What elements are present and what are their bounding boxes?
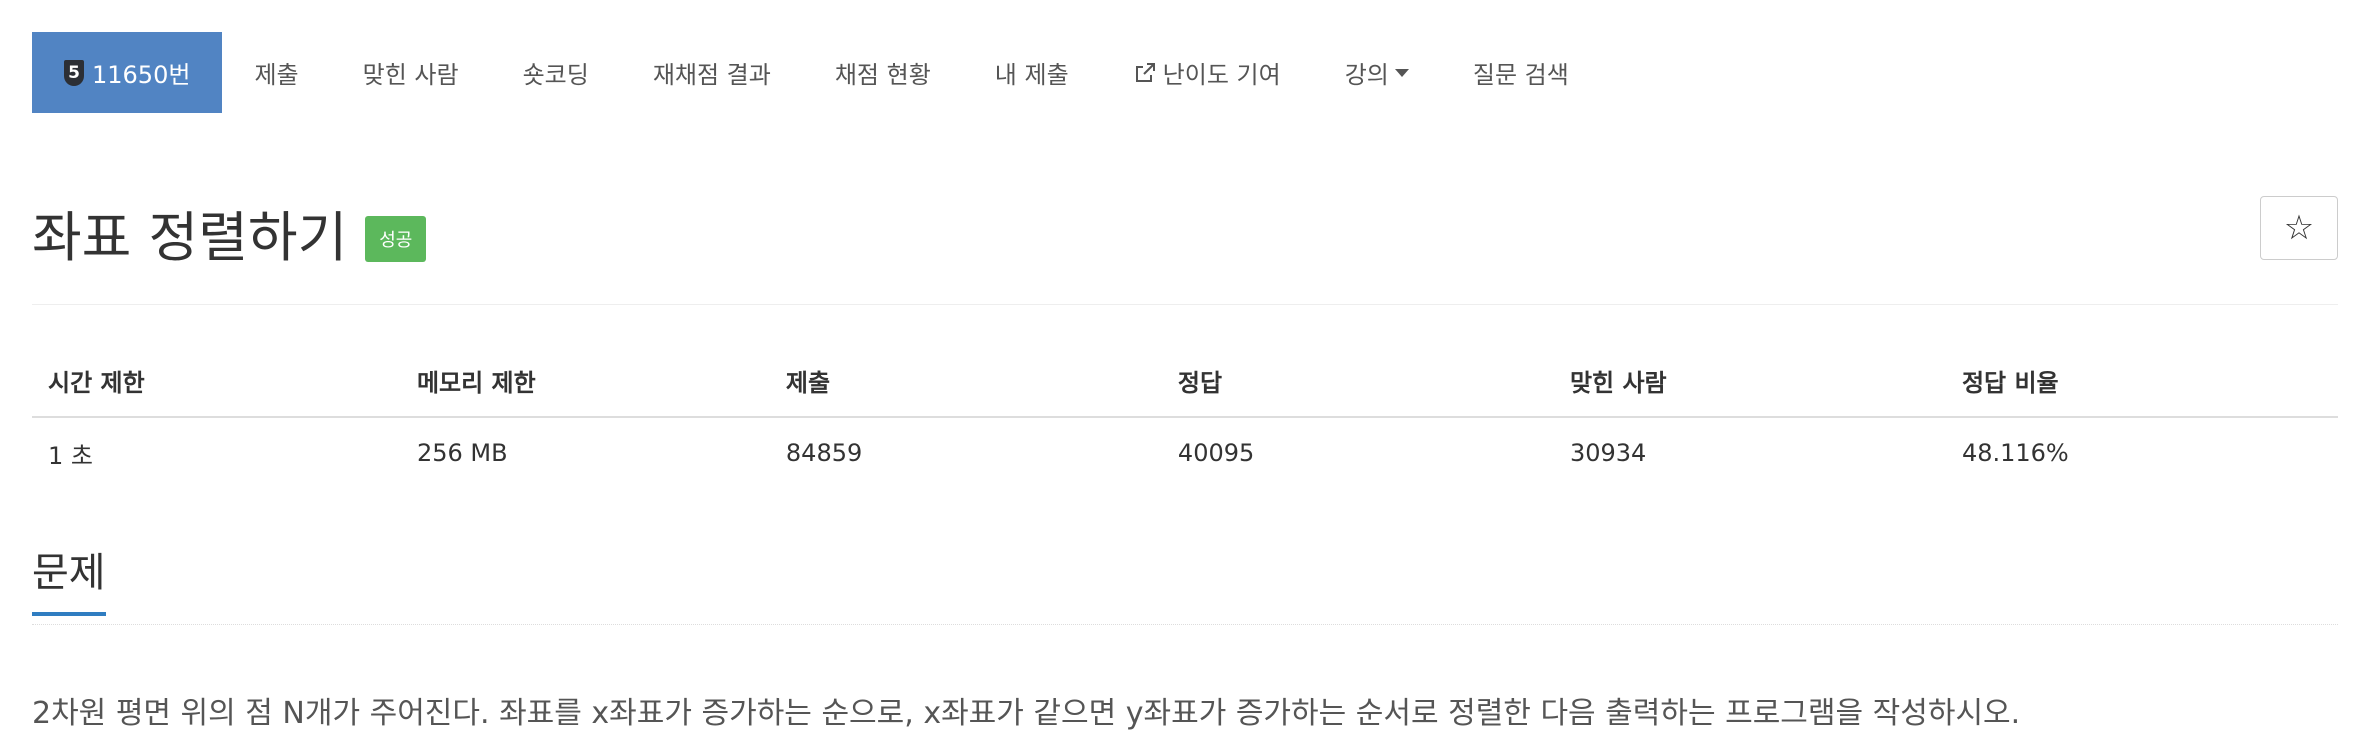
tab-judge-status[interactable]: 채점 현황 [803, 32, 963, 113]
tab-question-search[interactable]: 질문 검색 [1441, 32, 1601, 113]
problem-section: 문제 [32, 548, 2338, 628]
info-value-row: 1 초 256 MB 84859 40095 30934 48.116% [32, 417, 2338, 488]
header-time-limit: 시간 제한 [32, 344, 401, 418]
value-memory-limit: 256 MB [416, 439, 508, 467]
header-divider [32, 304, 2338, 305]
header-accept-ratio: 정답 비율 [1945, 344, 2338, 418]
status-badge: 성공 [365, 216, 427, 262]
section-title: 문제 [32, 548, 106, 616]
lectures-label: 강의 [1344, 61, 1389, 89]
tab-rejudge-results[interactable]: 재채점 결과 [621, 32, 803, 113]
header-solved-users: 맞힌 사람 [1553, 344, 1946, 418]
tab-submit[interactable]: 제출 [222, 32, 330, 113]
tab-solved-users[interactable]: 맞힌 사람 [331, 32, 491, 113]
favorite-star-button[interactable]: ☆ [2260, 196, 2338, 260]
tab-difficulty-contribution[interactable]: 난이도 기여 [1101, 32, 1313, 113]
tab-lectures-dropdown[interactable]: 강의 [1313, 32, 1441, 113]
problem-header: 좌표 정렬하기 성공 [32, 192, 2334, 272]
section-rule [32, 624, 2338, 625]
value-accept-ratio: 48.116% [1961, 439, 2069, 467]
problem-menu: 5 11650번 제출 맞힌 사람 숏코딩 재채점 결과 채점 현황 내 제출 … [32, 32, 1601, 113]
tier-badge-icon: 5 [64, 59, 84, 86]
problem-info-table: 시간 제한 메모리 제한 제출 정답 맞힌 사람 정답 비율 1 초 256 M… [32, 344, 2338, 488]
tab-my-submissions[interactable]: 내 제출 [963, 32, 1101, 113]
problem-title: 좌표 정렬하기 [32, 205, 348, 269]
tab-short-coding[interactable]: 숏코딩 [491, 32, 621, 113]
tab-problem[interactable]: 5 11650번 [32, 32, 223, 113]
problem-id-label: 11650번 [92, 61, 191, 89]
value-solved-users: 30934 [1569, 439, 1647, 467]
difficulty-contribution-label: 난이도 기여 [1162, 61, 1281, 89]
value-accepted: 40095 [1177, 439, 1255, 467]
value-submissions: 84859 [785, 439, 863, 467]
header-memory-limit: 메모리 제한 [400, 344, 770, 418]
caret-down-icon [1394, 68, 1409, 77]
header-accepted: 정답 [1161, 344, 1554, 418]
header-submissions: 제출 [769, 344, 1162, 418]
external-link-icon [1135, 62, 1155, 82]
info-header-row: 시간 제한 메모리 제한 제출 정답 맞힌 사람 정답 비율 [32, 344, 2338, 418]
problem-description: 2차원 평면 위의 점 N개가 주어진다. 좌표를 x좌표가 증가하는 순으로,… [32, 696, 2021, 731]
value-time-limit: 1 초 [48, 441, 93, 470]
